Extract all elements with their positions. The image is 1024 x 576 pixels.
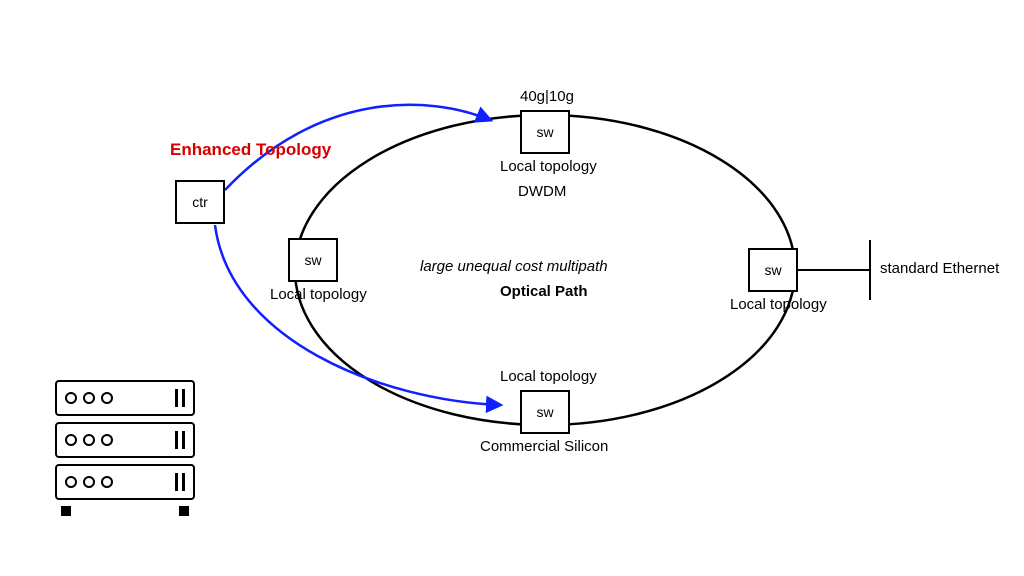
top-switch-label: sw <box>536 124 553 140</box>
bottom-switch: sw <box>520 390 570 434</box>
controller-label: ctr <box>192 194 208 210</box>
controller-box: ctr <box>175 180 225 224</box>
ring-label-dwdm: DWDM <box>518 183 566 200</box>
bottom-switch-caption-above: Local topology <box>500 368 597 385</box>
right-switch-label: sw <box>764 262 781 278</box>
ethernet-label: standard Ethernet <box>880 260 999 277</box>
right-switch: sw <box>748 248 798 292</box>
top-switch: sw <box>520 110 570 154</box>
ring-label-optical: Optical Path <box>500 283 588 300</box>
left-switch: sw <box>288 238 338 282</box>
bottom-switch-caption-below: Commercial Silicon <box>480 438 608 455</box>
server-rack-icon <box>55 380 195 516</box>
right-switch-caption: Local topology <box>730 296 827 313</box>
bottom-switch-label: sw <box>536 404 553 420</box>
left-switch-caption: Local topology <box>270 286 367 303</box>
top-switch-speed: 40g|10g <box>520 88 574 105</box>
diagram-title: Enhanced Topology <box>170 140 331 160</box>
left-switch-label: sw <box>304 252 321 268</box>
top-switch-caption: Local topology <box>500 158 597 175</box>
ring-label-multipath: large unequal cost multipath <box>420 258 608 275</box>
